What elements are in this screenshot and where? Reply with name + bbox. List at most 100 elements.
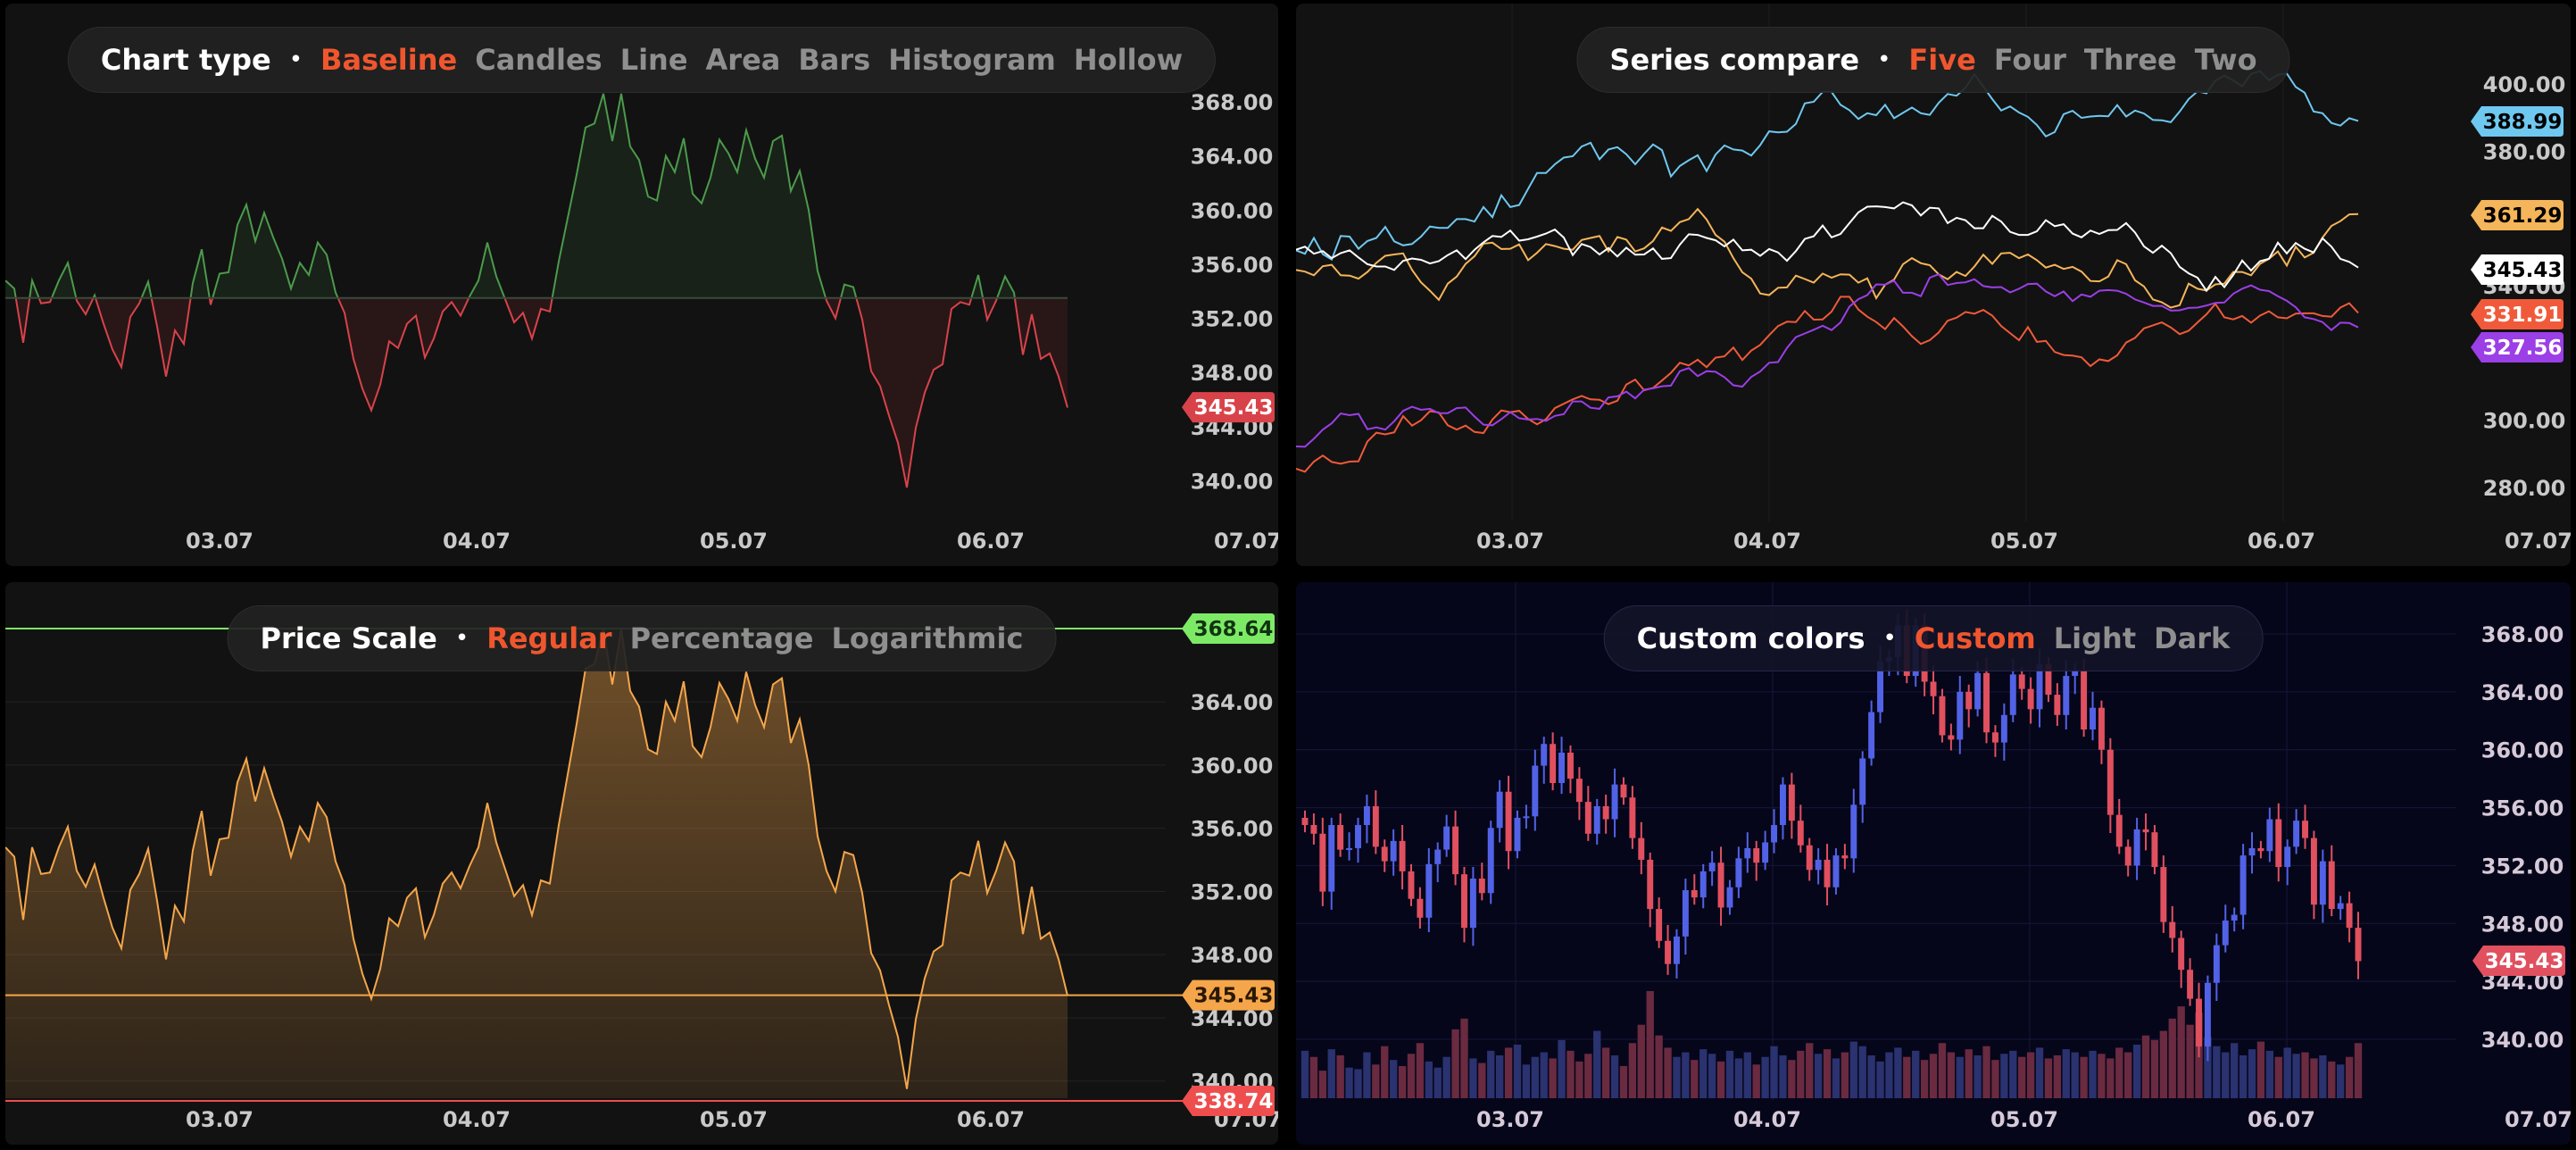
volume-bar [1894, 1047, 1902, 1098]
volume-bar [1336, 1055, 1344, 1098]
candle-body [2169, 921, 2176, 938]
volume-bar [1354, 1069, 1362, 1098]
toolbar-separator-dot: • [1882, 625, 1897, 652]
max-value-badge: 368.64 [1182, 613, 1275, 644]
panel-chart-type[interactable]: 368.00 364.00 360.00 356.00 352.00 348.00 344.… [5, 4, 1278, 566]
volume-bar [1699, 1049, 1708, 1098]
option-three[interactable]: Three [2084, 43, 2177, 77]
option-five[interactable]: Five [1908, 43, 1975, 77]
y-tick-label: 352.00 [1191, 307, 1274, 332]
option-two[interactable]: Two [2195, 43, 2257, 77]
option-four[interactable]: Four [1994, 43, 2066, 77]
volume-bar [1433, 1067, 1442, 1098]
volume-bar [1549, 1058, 1557, 1098]
panel-series-compare[interactable]: 400.00 380.00 340.00 300.00 280.00 03.07 04.07… [1296, 4, 2571, 566]
x-tick-label: 03.07 [186, 1107, 253, 1132]
volume-bar [1504, 1047, 1513, 1098]
series-last-value-badge: 345.43 [2471, 254, 2564, 285]
volume-bar [1664, 1047, 1672, 1098]
volume-bar [1566, 1050, 1575, 1098]
candle-body [2248, 847, 2256, 856]
volume-bar [1806, 1043, 1814, 1098]
volume-bar [1318, 1071, 1326, 1098]
volume-bar [1691, 1060, 1699, 1098]
candle-body [1399, 840, 1406, 871]
option-candles[interactable]: Candles [475, 43, 602, 77]
option-line[interactable]: Line [620, 43, 688, 77]
volume-bar [2310, 1058, 2318, 1098]
option-hollow[interactable]: Hollow [1074, 43, 1183, 77]
volume-bar [2319, 1055, 2327, 1098]
candle-body [2337, 903, 2344, 910]
candle-body [2027, 688, 2034, 710]
candle-body [1417, 898, 1424, 918]
option-baseline[interactable]: Baseline [320, 43, 457, 77]
x-tick-label: 05.07 [700, 1107, 768, 1132]
volume-bar [1522, 1064, 1531, 1098]
candle-body [2196, 998, 2202, 1047]
volume-bar [1929, 1054, 1938, 1098]
series-last-value-badge: 361.29 [2471, 200, 2564, 230]
max-value-badge-text: 368.64 [1194, 618, 1274, 641]
candle-body [1469, 879, 1476, 929]
last-value-badge: 345.43 [1182, 979, 1275, 1011]
option-histogram[interactable]: Histogram [888, 43, 1056, 77]
volume-bar [1487, 1050, 1495, 1098]
candle-body [1620, 784, 1627, 798]
toolbar-price-scale: Price Scale • Regular Percentage Logarit… [227, 605, 1057, 671]
volume-bar [2018, 1056, 2026, 1098]
last-value-badge-text: 345.43 [1194, 396, 1274, 420]
candle-body [2107, 749, 2114, 815]
panel-custom-colors[interactable]: 368.00 364.00 360.00 356.00 352.00 348.00 344.… [1296, 582, 2571, 1145]
volume-bar [1327, 1049, 1335, 1098]
option-percentage[interactable]: Percentage [630, 621, 814, 655]
candle-body [1682, 889, 1689, 937]
option-custom[interactable]: Custom [1915, 621, 2036, 655]
volume-bar [2168, 1018, 2176, 1098]
candle-body [1691, 889, 1698, 898]
candle-body [1328, 825, 1335, 892]
panel-price-scale[interactable]: 364.00 360.00 356.00 352.00 348.00 344.00 340.… [5, 582, 1278, 1145]
toolbar-separator-dot: • [454, 625, 469, 652]
y-tick-label: 300.00 [2483, 409, 2566, 434]
volume-bar [2283, 1047, 2291, 1098]
volume-bar [1637, 1024, 1645, 1098]
candle-body [1699, 871, 1707, 898]
candle-body [2160, 867, 2167, 922]
option-logarithmic[interactable]: Logarithmic [831, 621, 1023, 655]
toolbar-title: Price Scale [260, 621, 437, 655]
option-light[interactable]: Light [2054, 621, 2136, 655]
volume-bar [1416, 1043, 1425, 1098]
candle-body [2054, 695, 2061, 715]
y-tick-label: 368.00 [2481, 622, 2564, 647]
volume-bar [2328, 1061, 2336, 1098]
option-dark[interactable]: Dark [2154, 621, 2230, 655]
volume-bar [2231, 1043, 2239, 1098]
x-tick-label: 04.07 [1733, 529, 1801, 554]
series-last-value-badge-text: 327.56 [2483, 337, 2563, 360]
x-tick-label: 07.07 [1214, 529, 1278, 554]
y-tick-label: 348.00 [1191, 943, 1274, 968]
volume-bar [2248, 1049, 2256, 1098]
candle-body [2310, 838, 2317, 905]
candle-body [1948, 735, 1955, 740]
volume-bar [2115, 1047, 2123, 1098]
volume-bar [1610, 1055, 1619, 1098]
series-last-value-badge: 331.91 [2471, 299, 2564, 329]
option-regular[interactable]: Regular [486, 621, 611, 655]
option-area[interactable]: Area [706, 43, 781, 77]
volume-bar [1469, 1058, 1477, 1098]
candle-body [1939, 696, 1946, 736]
volume-bar [2080, 1056, 2088, 1098]
volume-bar [1947, 1052, 1956, 1098]
y-tick-label: 380.00 [2483, 139, 2566, 164]
candle-body [1390, 840, 1397, 862]
volume-bar [1628, 1043, 1637, 1098]
series-last-value-badge: 388.99 [2471, 106, 2564, 137]
candle-body [1487, 828, 1494, 894]
option-bars[interactable]: Bars [798, 43, 870, 77]
candle-body [1461, 874, 1467, 929]
candle-body [1859, 758, 1866, 805]
candle-body [2009, 674, 2016, 715]
y-tick-label: 364.00 [1191, 145, 1274, 170]
